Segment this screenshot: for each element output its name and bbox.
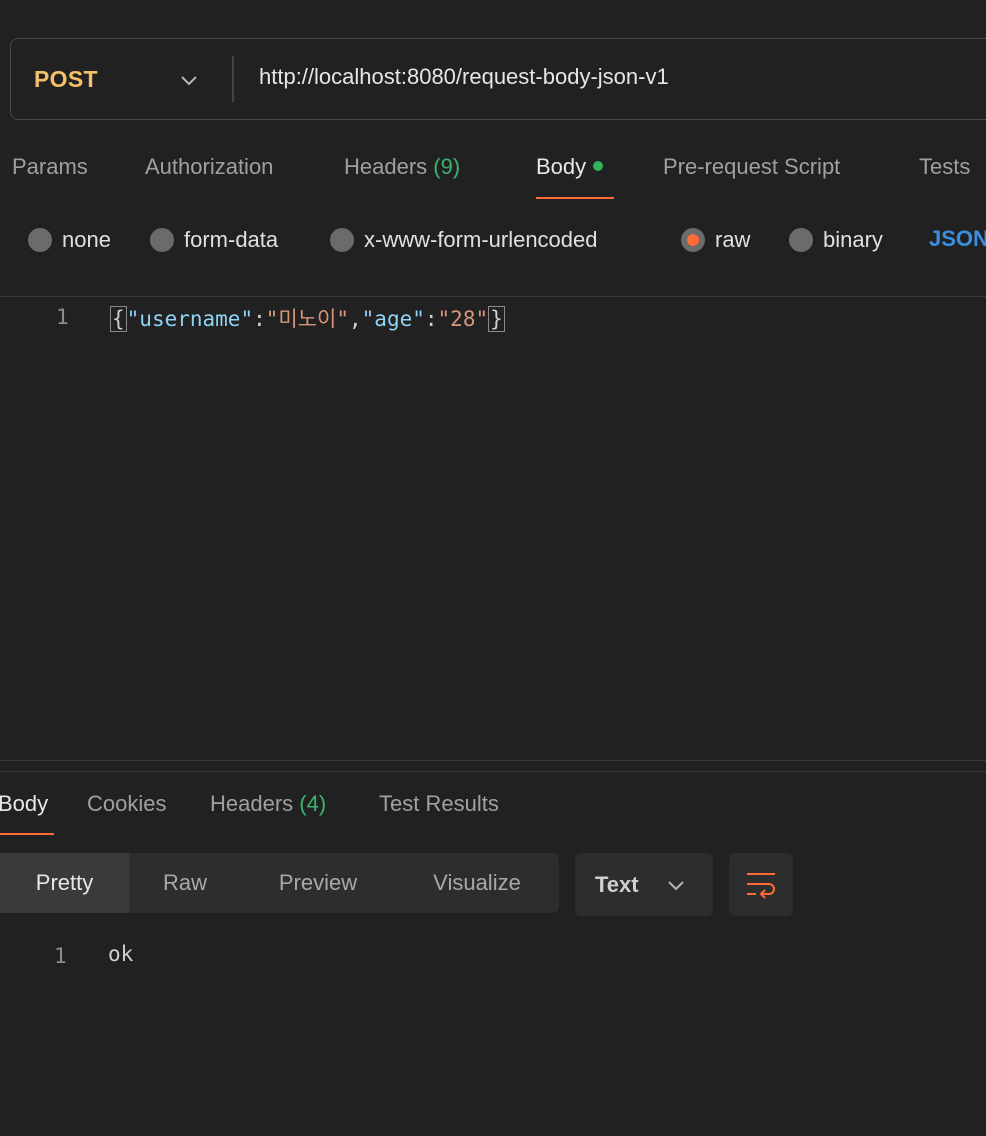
- radio-raw[interactable]: raw: [681, 226, 750, 254]
- response-view-toggle: Pretty Raw Preview Visualize: [0, 853, 559, 913]
- method-select[interactable]: POST: [34, 66, 98, 93]
- url-input[interactable]: http://localhost:8080/request-body-json-…: [259, 64, 669, 90]
- response-tab-test-results[interactable]: Test Results: [379, 791, 499, 817]
- view-raw-button[interactable]: Raw: [129, 853, 241, 913]
- tab-headers[interactable]: Headers (9): [344, 154, 460, 180]
- response-divider[interactable]: [0, 771, 986, 772]
- radio-label: x-www-form-urlencoded: [364, 227, 598, 252]
- tab-body-label: Body: [536, 154, 587, 179]
- radio-none[interactable]: none: [28, 226, 111, 254]
- json-value: "28": [437, 307, 489, 331]
- close-brace: }: [488, 306, 505, 332]
- json-value: "미노이": [265, 307, 349, 331]
- editor-line-number: 1: [56, 305, 69, 329]
- radio-circle: [150, 228, 174, 252]
- radio-label: form-data: [184, 227, 279, 252]
- response-divider-top: [0, 760, 986, 761]
- json-comma: ,: [349, 307, 362, 331]
- active-response-tab-indicator: [0, 833, 54, 835]
- open-brace: {: [110, 306, 127, 332]
- tab-authorization[interactable]: Authorization: [145, 154, 273, 180]
- radio-circle: [28, 228, 52, 252]
- radio-form-data[interactable]: form-data: [150, 226, 278, 254]
- response-body-text: ok: [108, 942, 134, 966]
- radio-label: none: [62, 227, 111, 252]
- response-line-number: 1: [54, 944, 67, 968]
- radio-label: binary: [823, 227, 883, 252]
- url-divider: [232, 56, 234, 102]
- view-visualize-button[interactable]: Visualize: [395, 853, 559, 913]
- active-tab-indicator: [536, 197, 614, 199]
- tab-params[interactable]: Params: [12, 154, 88, 180]
- view-pretty-button[interactable]: Pretty: [0, 853, 129, 913]
- radio-circle-selected: [681, 228, 705, 252]
- body-format-select[interactable]: JSON: [929, 226, 986, 252]
- response-tab-body[interactable]: Body: [0, 791, 48, 817]
- radio-urlencoded[interactable]: x-www-form-urlencoded: [330, 226, 598, 254]
- response-format-select[interactable]: Text: [575, 853, 713, 916]
- json-colon: :: [424, 307, 438, 331]
- view-preview-button[interactable]: Preview: [241, 853, 395, 913]
- response-tab-cookies[interactable]: Cookies: [87, 791, 166, 817]
- tab-body[interactable]: Body: [536, 154, 604, 180]
- tab-tests[interactable]: Tests: [919, 154, 970, 180]
- json-key: "username": [126, 307, 254, 331]
- response-headers-count: (4): [299, 791, 327, 816]
- json-key: "age": [361, 307, 425, 331]
- response-tab-headers-label: Headers: [210, 791, 294, 816]
- response-tab-headers[interactable]: Headers (4): [210, 791, 326, 817]
- chevron-down-icon: [668, 881, 684, 891]
- request-url-bar: POST http://localhost:8080/request-body-…: [10, 38, 986, 120]
- json-colon: :: [253, 307, 266, 331]
- body-editor[interactable]: {"username":"미노이","age":"28"}: [110, 303, 505, 333]
- radio-circle: [330, 228, 354, 252]
- radio-label: raw: [715, 227, 751, 252]
- radio-circle: [789, 228, 813, 252]
- radio-binary[interactable]: binary: [789, 226, 883, 254]
- response-format-label: Text: [595, 872, 639, 897]
- body-modified-dot: [593, 161, 604, 172]
- wrap-lines-icon: [747, 873, 775, 899]
- tab-pre-request-script[interactable]: Pre-request Script: [663, 154, 840, 180]
- headers-count: (9): [433, 154, 461, 179]
- wrap-lines-button[interactable]: [729, 853, 793, 916]
- editor-divider: [0, 296, 986, 297]
- tab-headers-label: Headers: [344, 154, 428, 179]
- chevron-down-icon[interactable]: [178, 69, 200, 91]
